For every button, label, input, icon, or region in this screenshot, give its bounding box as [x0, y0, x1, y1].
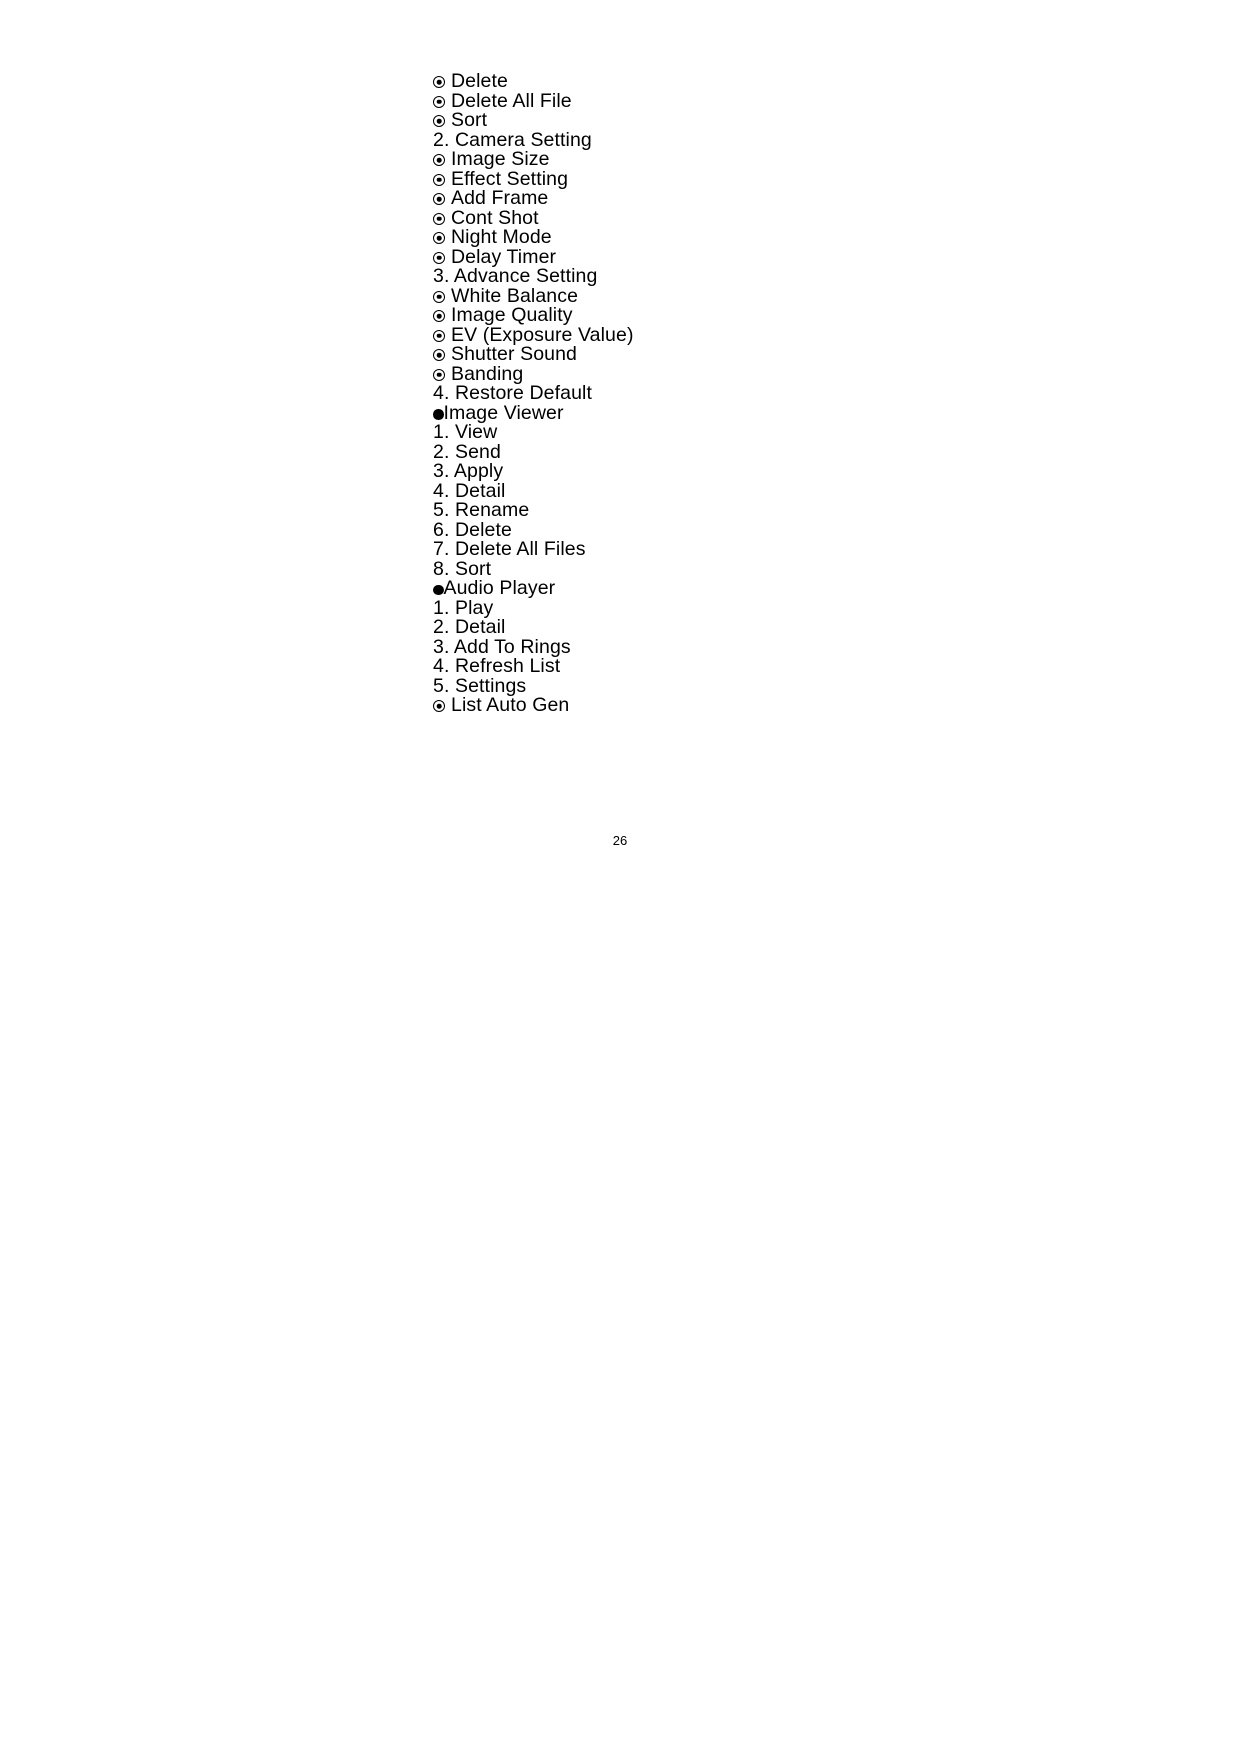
circled-dot-bullet-icon — [433, 193, 445, 205]
circled-dot-bullet-icon — [433, 173, 445, 186]
circled-dot-bullet-icon — [433, 76, 445, 88]
page-number: 26 — [612, 833, 628, 848]
circled-dot-bullet-icon — [433, 154, 445, 166]
circled-dot-bullet-icon — [433, 290, 445, 303]
menu-line: Delete All File — [433, 91, 953, 112]
menu-line: 3. Apply — [433, 461, 953, 482]
circled-dot-bullet-icon — [433, 95, 445, 108]
menu-line: Image Viewer — [433, 403, 953, 424]
circled-dot-bullet-icon — [433, 349, 445, 361]
menu-line: 7. Delete All Files — [433, 539, 953, 560]
filled-circle-bullet-icon — [433, 584, 444, 595]
menu-line: Audio Player — [433, 578, 953, 599]
menu-line: 1. Play — [433, 598, 953, 619]
circled-dot-bullet-icon — [433, 329, 445, 342]
circled-dot-bullet-icon — [433, 368, 445, 381]
menu-outline-list: Delete Delete All File Sort 2. Camera Setti… — [433, 71, 953, 716]
circled-dot-bullet-icon — [433, 212, 445, 225]
circled-dot-bullet-icon — [433, 115, 445, 127]
filled-circle-bullet-icon — [433, 409, 444, 420]
menu-line: 1. View — [433, 422, 953, 443]
document-page: Delete Delete All File Sort 2. Camera Setti… — [0, 0, 1240, 1755]
circled-dot-bullet-icon — [433, 310, 445, 322]
menu-line: 2. Send — [433, 442, 953, 463]
circled-dot-bullet-icon — [433, 700, 445, 712]
circled-dot-bullet-icon — [433, 251, 445, 264]
menu-line: List Auto Gen — [433, 694, 953, 716]
menu-line-label: List Auto Gen — [451, 694, 570, 716]
circled-dot-bullet-icon — [433, 232, 445, 244]
